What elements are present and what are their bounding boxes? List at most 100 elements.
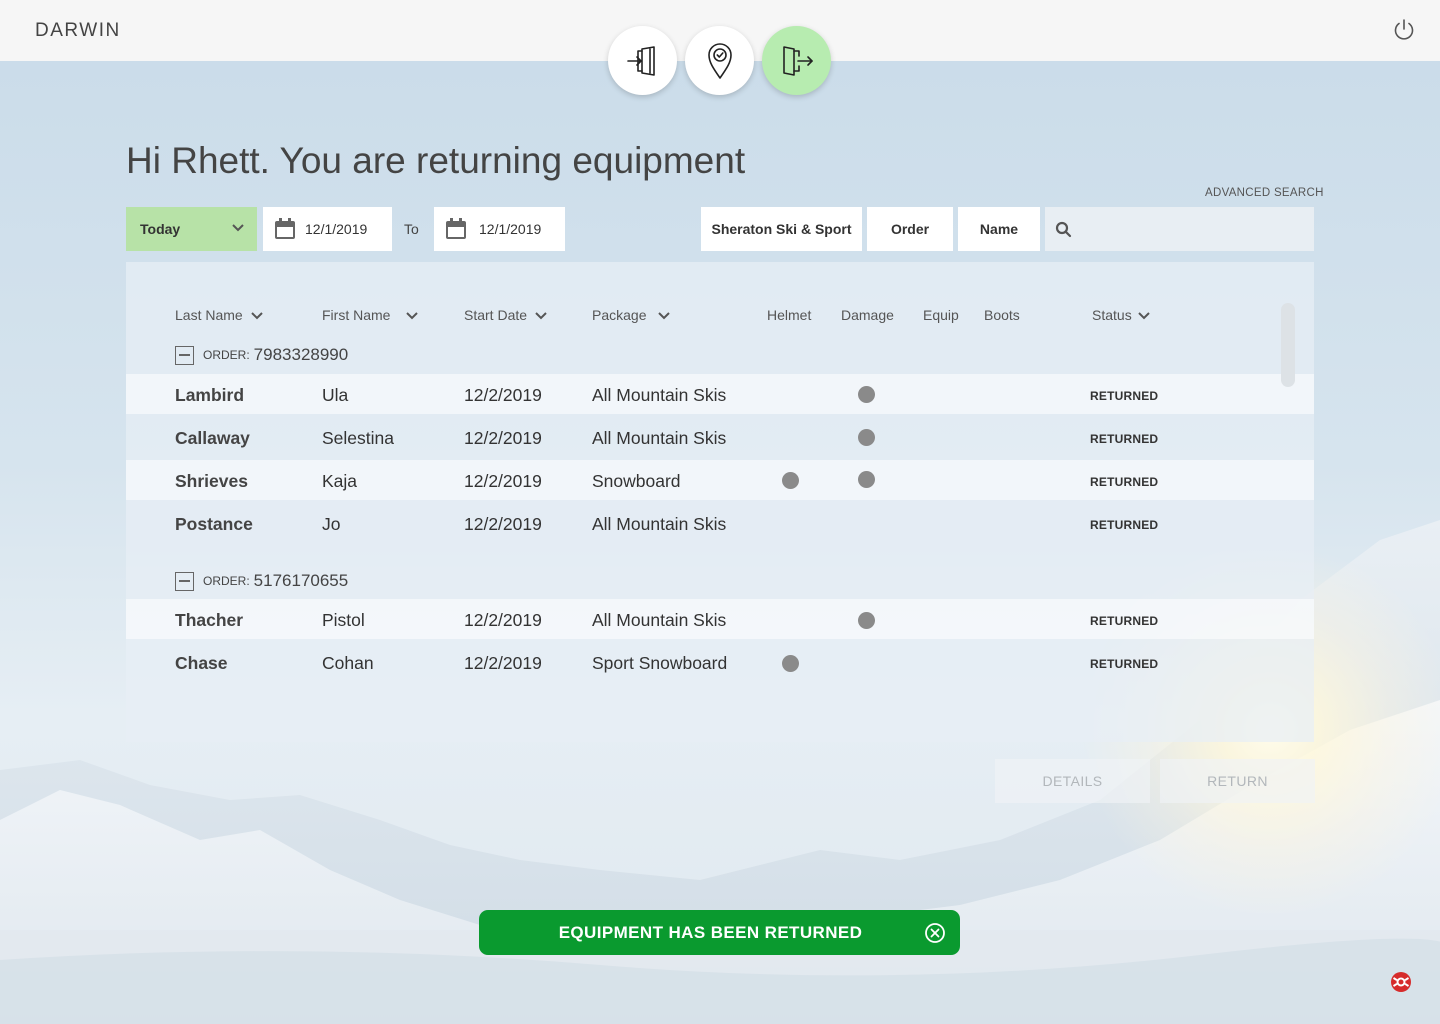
order-filter-button[interactable]: Order — [867, 207, 953, 251]
brand-logo: DARWIN — [35, 20, 121, 41]
success-toast: EQUIPMENT HAS BEEN RETURNED — [479, 910, 960, 955]
first-name-cell: Selestina — [322, 428, 394, 448]
page-title: Hi Rhett. You are returning equipment — [126, 140, 746, 181]
calendar-icon — [275, 218, 295, 239]
table-row[interactable]: Postance Jo 12/2/2019 All Mountain Skis … — [126, 503, 1314, 543]
damage-indicator — [858, 386, 875, 403]
first-name-cell: Jo — [322, 514, 341, 534]
package-cell: All Mountain Skis — [592, 385, 727, 405]
table-row[interactable]: Shrieves Kaja 12/2/2019 Snowboard RETURN… — [126, 460, 1314, 500]
order-group-header[interactable]: ORDER: 7983328990 — [175, 345, 348, 365]
door-exit-icon — [782, 45, 813, 76]
date-to-field[interactable]: 12/1/2019 — [434, 207, 565, 251]
chevron-down-icon — [1137, 312, 1150, 320]
table-row[interactable]: Thacher Pistol 12/2/2019 All Mountain Sk… — [126, 599, 1314, 639]
column-first-name[interactable]: First Name — [322, 307, 419, 323]
damage-indicator — [858, 471, 875, 488]
advanced-search-link[interactable]: ADVANCED SEARCH — [1205, 187, 1324, 199]
start-date-cell: 12/2/2019 — [464, 385, 542, 405]
first-name-cell: Ula — [322, 385, 349, 405]
column-equip: Equip — [923, 307, 959, 323]
column-label: Package — [592, 307, 647, 323]
column-label: Status — [1092, 307, 1132, 323]
column-label: First Name — [322, 307, 391, 323]
status-badge: RETURNED — [1090, 432, 1159, 446]
order-prefix: ORDER: — [203, 574, 250, 588]
details-button[interactable]: DETAILS — [995, 759, 1150, 803]
filter-bar: Today 12/1/2019 To 12/1/2019 Sheraton Sk… — [0, 207, 1440, 251]
date-from-field[interactable]: 12/1/2019 — [263, 207, 392, 251]
last-name-cell: Shrieves — [175, 471, 248, 491]
location-step-button[interactable] — [685, 26, 754, 95]
column-boots: Boots — [984, 307, 1020, 323]
column-damage: Damage — [841, 307, 894, 323]
table-row[interactable]: Chase Cohan 12/2/2019 Sport Snowboard RE… — [126, 642, 1314, 682]
close-icon[interactable] — [924, 922, 946, 949]
search-icon — [1055, 221, 1072, 238]
power-icon[interactable] — [1392, 18, 1416, 42]
column-status[interactable]: Status — [1092, 307, 1150, 323]
calendar-icon — [446, 218, 466, 239]
first-name-cell: Kaja — [322, 471, 358, 491]
column-last-name[interactable]: Last Name — [175, 307, 263, 323]
chevron-down-icon — [658, 312, 671, 320]
status-badge: RETURNED — [1090, 614, 1159, 628]
table-row[interactable]: Callaway Selestina 12/2/2019 All Mountai… — [126, 417, 1314, 457]
door-enter-icon — [626, 45, 655, 76]
location-filter-button[interactable]: Sheraton Ski & Sport — [701, 207, 862, 251]
name-filter-button[interactable]: Name — [958, 207, 1040, 251]
package-cell: All Mountain Skis — [592, 514, 727, 534]
map-pin-check-icon — [707, 42, 732, 79]
start-date-cell: 12/2/2019 — [464, 428, 542, 448]
helmet-indicator — [782, 655, 799, 672]
status-badge: RETURNED — [1090, 475, 1159, 489]
return-step-button[interactable] — [762, 26, 831, 95]
helmet-indicator — [782, 472, 799, 489]
last-name-cell: Postance — [175, 514, 253, 534]
chevron-down-icon — [406, 312, 419, 320]
start-date-cell: 12/2/2019 — [464, 610, 542, 630]
date-from-value: 12/1/2019 — [305, 221, 368, 237]
start-date-cell: 12/2/2019 — [464, 653, 542, 673]
column-package[interactable]: Package — [592, 307, 671, 323]
date-range-separator: To — [404, 221, 419, 237]
column-helmet: Helmet — [767, 307, 812, 323]
start-date-cell: 12/2/2019 — [464, 471, 542, 491]
start-date-cell: 12/2/2019 — [464, 514, 542, 534]
collapse-icon[interactable] — [175, 571, 194, 591]
period-dropdown[interactable]: Today — [126, 207, 257, 251]
last-name-cell: Chase — [175, 653, 228, 673]
help-lifebuoy-icon[interactable] — [1390, 971, 1412, 998]
chevron-down-icon — [250, 312, 263, 320]
date-to-value: 12/1/2019 — [479, 221, 542, 237]
order-number: 5176170655 — [253, 571, 349, 590]
workflow-steps — [608, 26, 831, 95]
order-prefix: ORDER: — [203, 348, 250, 362]
toast-message: EQUIPMENT HAS BEEN RETURNED — [558, 922, 863, 942]
period-label: Today — [140, 221, 181, 237]
status-badge: RETURNED — [1090, 657, 1159, 671]
column-label: Last Name — [175, 307, 243, 323]
package-cell: All Mountain Skis — [592, 428, 727, 448]
order-number: 7983328990 — [253, 345, 349, 364]
chevron-down-icon — [232, 224, 244, 232]
status-badge: RETURNED — [1090, 389, 1159, 403]
return-button[interactable]: RETURN — [1160, 759, 1315, 803]
package-cell: All Mountain Skis — [592, 610, 727, 630]
package-cell: Sport Snowboard — [592, 653, 728, 673]
package-cell: Snowboard — [592, 471, 681, 491]
scrollbar-thumb[interactable] — [1281, 303, 1295, 387]
last-name-cell: Callaway — [175, 428, 250, 448]
status-badge: RETURNED — [1090, 518, 1159, 532]
column-start-date[interactable]: Start Date — [464, 307, 547, 323]
check-in-step-button[interactable] — [608, 26, 677, 95]
order-group-header[interactable]: ORDER: 5176170655 — [175, 571, 348, 591]
collapse-icon[interactable] — [175, 345, 194, 365]
search-input[interactable] — [1045, 207, 1314, 251]
first-name-cell: Cohan — [322, 653, 374, 673]
column-label: Start Date — [464, 307, 528, 323]
table-row[interactable]: Lambird Ula 12/2/2019 All Mountain Skis … — [126, 374, 1314, 414]
chevron-down-icon — [535, 312, 547, 320]
first-name-cell: Pistol — [322, 610, 365, 630]
last-name-cell: Lambird — [175, 385, 245, 405]
